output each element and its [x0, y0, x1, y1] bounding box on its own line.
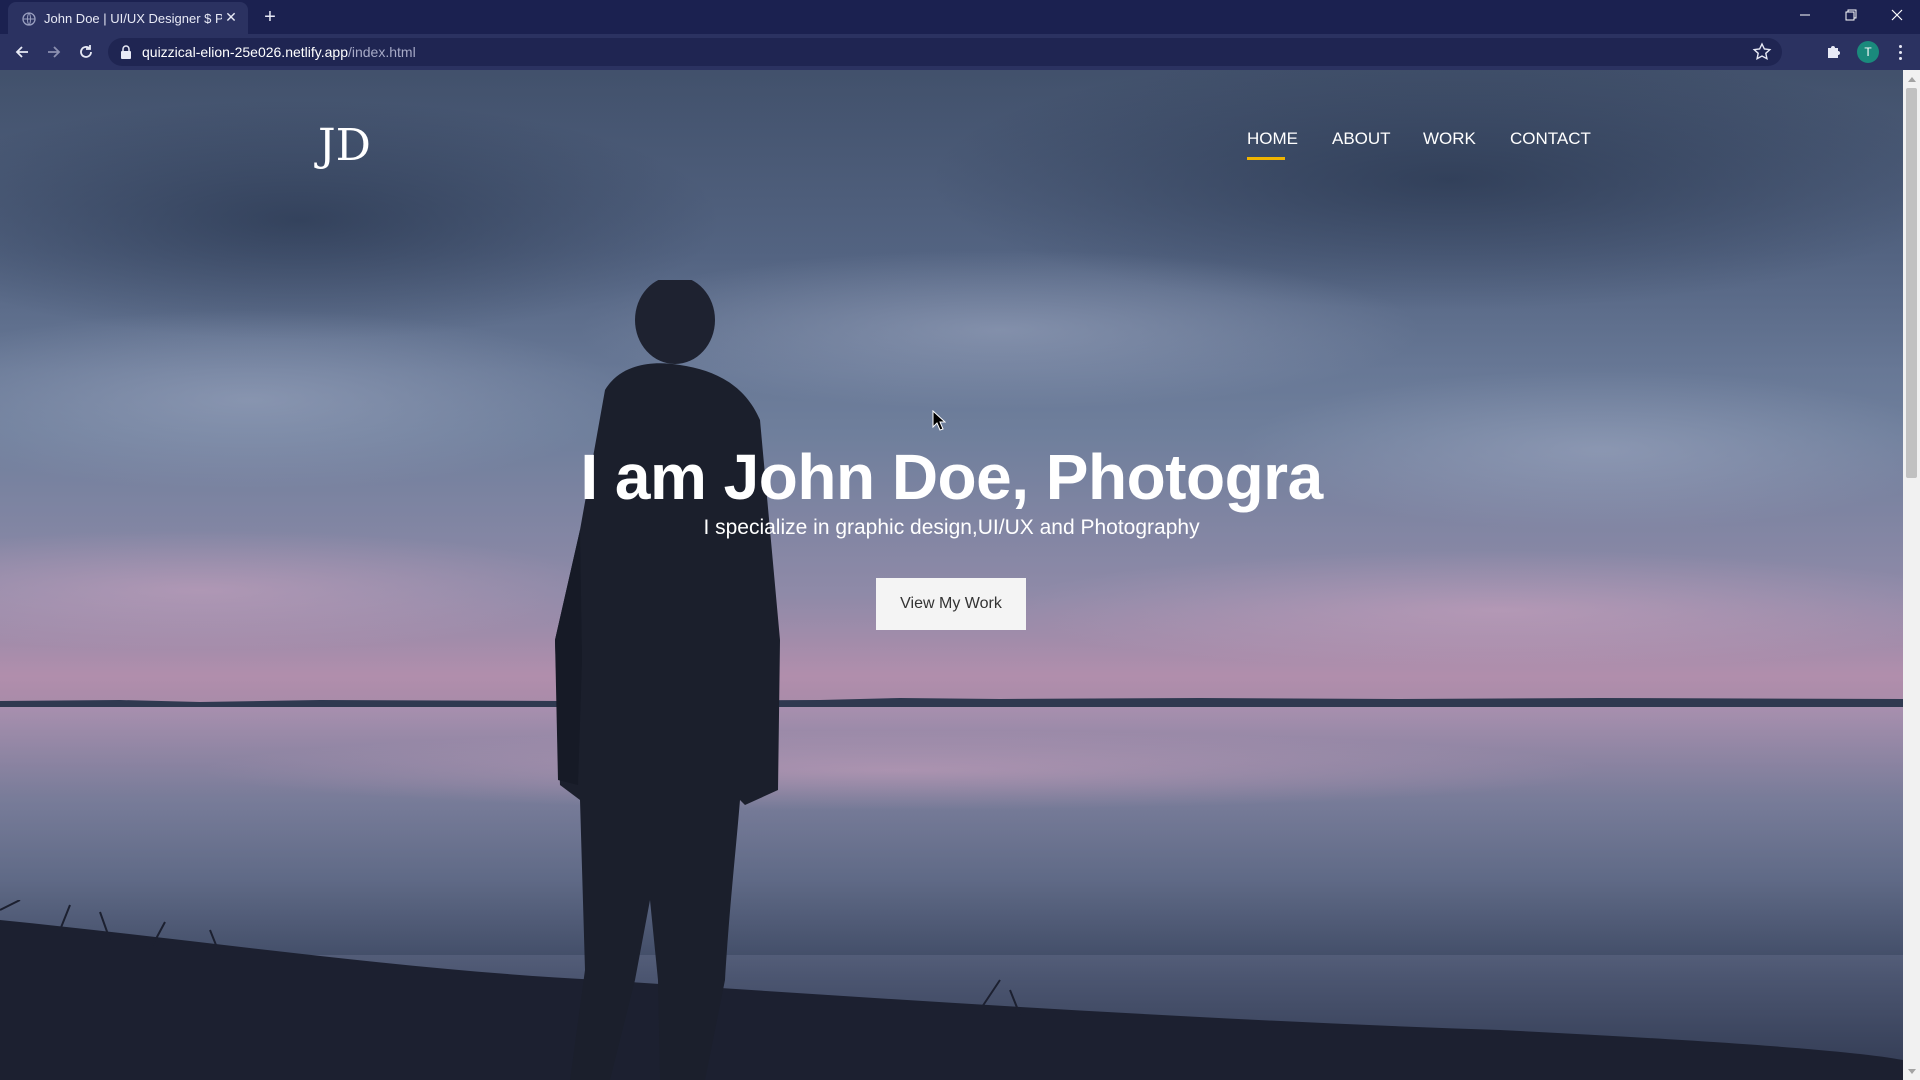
tab-title: John Doe | UI/UX Designer $ Pho [44, 11, 222, 26]
hero-title: I am John Doe, Photogra [580, 441, 1323, 513]
minimize-icon[interactable] [1782, 0, 1828, 30]
close-window-icon[interactable] [1874, 0, 1920, 30]
nav-work-link[interactable]: WORK [1423, 129, 1476, 149]
bookmark-star-icon[interactable] [1752, 42, 1772, 62]
nav-about-link[interactable]: ABOUT [1332, 129, 1391, 149]
url-path: /index.html [347, 44, 416, 60]
browser-tab-strip: John Doe | UI/UX Designer $ Pho ✕ + [0, 0, 1920, 34]
shoreline-grass [0, 900, 1903, 1080]
page-scrollbar[interactable] [1903, 70, 1920, 1080]
url-text: quizzical-elion-25e026.netlify.app/index… [142, 44, 416, 60]
hero-subtitle: I specialize in graphic design,UI/UX and… [703, 516, 1200, 539]
horizon-treeline [0, 698, 1903, 707]
man-silhouette [555, 280, 780, 1080]
nav-active-underline [1247, 157, 1285, 160]
restore-icon[interactable] [1828, 0, 1874, 30]
lock-icon [121, 45, 131, 59]
close-tab-icon[interactable]: ✕ [222, 8, 240, 26]
browser-menu-icon[interactable] [1890, 42, 1910, 62]
scroll-up-icon[interactable] [1903, 70, 1920, 87]
nav-contact-link[interactable]: CONTACT [1510, 129, 1591, 149]
url-host: quizzical-elion-25e026.netlify.app [142, 44, 348, 60]
browser-tab[interactable]: John Doe | UI/UX Designer $ Pho ✕ [8, 2, 248, 34]
new-tab-icon[interactable]: + [258, 5, 282, 29]
forward-icon[interactable] [42, 40, 66, 64]
view-my-work-button[interactable]: View My Work [876, 578, 1026, 630]
reload-icon[interactable] [74, 40, 98, 64]
browser-toolbar: quizzical-elion-25e026.netlify.app/index… [0, 34, 1920, 70]
address-bar[interactable]: quizzical-elion-25e026.netlify.app/index… [108, 38, 1782, 66]
extensions-puzzle-icon[interactable] [1824, 42, 1844, 62]
back-icon[interactable] [10, 40, 34, 64]
globe-icon [22, 12, 36, 26]
hero-section: JD HOME ABOUT WORK CONTACT I am John Doe… [0, 70, 1903, 1080]
logo-text: JD [314, 120, 371, 171]
mouse-cursor-icon [932, 410, 946, 431]
nav-home-link[interactable]: HOME [1247, 129, 1298, 149]
scroll-down-icon[interactable] [1903, 1063, 1920, 1080]
site-logo[interactable]: JD [312, 120, 384, 172]
scrollbar-thumb[interactable] [1906, 88, 1917, 478]
profile-avatar[interactable]: T [1857, 41, 1879, 63]
